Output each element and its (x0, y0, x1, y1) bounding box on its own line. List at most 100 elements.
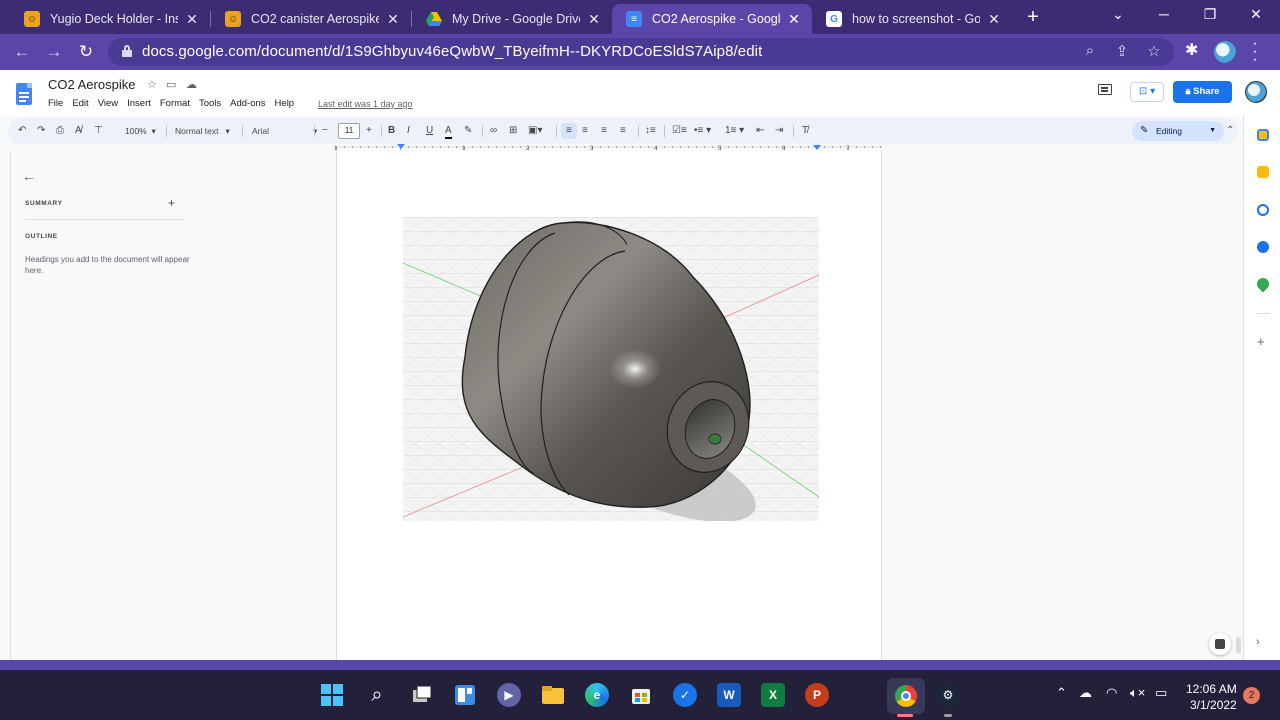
close-icon[interactable]: ✕ (184, 11, 200, 28)
contacts-icon[interactable] (1257, 241, 1269, 253)
star-icon[interactable]: ☆ (147, 78, 157, 91)
decrease-indent-icon[interactable]: ⇤ (756, 123, 764, 139)
scrollbar[interactable] (1236, 637, 1241, 653)
bulleted-list-icon[interactable]: •≡ ▾ (694, 123, 711, 139)
forward-icon[interactable]: → (42, 40, 66, 64)
cloud-saved-icon[interactable]: ☁ (186, 78, 197, 91)
hide-menus-chevron-icon[interactable]: ⌃ (1226, 123, 1234, 139)
menu-insert[interactable]: Insert (127, 98, 151, 109)
menu-format[interactable]: Format (160, 98, 190, 109)
microsoft-store-icon[interactable] (629, 683, 653, 707)
tab-my-drive[interactable]: My Drive - Google Drive ✕ (412, 4, 612, 34)
checklist-icon[interactable]: ☑≡ (672, 123, 687, 139)
widgets-icon[interactable] (453, 683, 477, 707)
restore-icon[interactable]: ❐ (1200, 6, 1220, 23)
aerospike-cad-render-image[interactable] (403, 217, 819, 521)
lock-icon[interactable] (122, 45, 132, 57)
increase-indent-icon[interactable]: ⇥ (775, 123, 783, 139)
decrease-font-size-icon[interactable]: − (322, 123, 328, 139)
expand-side-panel-chevron-icon[interactable]: › (1256, 636, 1260, 648)
keep-icon[interactable] (1257, 166, 1269, 178)
paragraph-style-select[interactable]: Normal text ▾ (175, 124, 230, 138)
menu-help[interactable]: Help (275, 98, 295, 109)
steam-icon[interactable]: ⚙ (936, 683, 960, 707)
add-comment-icon[interactable]: ⊞ (509, 123, 517, 139)
menu-file[interactable]: File (48, 98, 63, 109)
insert-link-icon[interactable]: ∞ (490, 123, 497, 139)
bookmark-star-icon[interactable]: ☆ (1144, 42, 1164, 60)
google-docs-logo-icon[interactable] (16, 83, 32, 105)
underline-icon[interactable]: U (426, 123, 433, 139)
search-icon[interactable]: ⌕ (365, 683, 389, 707)
last-edit-link[interactable]: Last edit was 1 day ago (318, 99, 413, 109)
italic-icon[interactable]: I (407, 123, 410, 139)
reload-icon[interactable]: ↻ (74, 40, 98, 64)
share-button[interactable]: 🔒︎ Share (1173, 81, 1232, 103)
speaker-muted-icon[interactable]: 🔈︎× (1130, 685, 1145, 701)
increase-font-size-icon[interactable]: + (366, 123, 372, 139)
onedrive-cloud-icon[interactable]: ☁ (1079, 685, 1092, 701)
edge-browser-icon[interactable]: e (585, 683, 609, 707)
highlight-color-icon[interactable]: ✎ (464, 123, 472, 139)
comment-history-icon[interactable] (1098, 84, 1112, 95)
align-right-icon[interactable]: ≡ (601, 123, 607, 139)
profile-avatar[interactable] (1214, 41, 1236, 63)
start-windows-icon[interactable] (320, 683, 344, 707)
tab-search-icon[interactable]: ⌄ (1108, 6, 1128, 23)
file-explorer-icon[interactable] (541, 683, 565, 707)
chrome-taskbar-button[interactable] (887, 678, 925, 714)
word-icon[interactable]: W (717, 683, 741, 707)
menu-add-ons[interactable]: Add-ons (230, 98, 265, 109)
add-summary-icon[interactable]: + (168, 196, 175, 210)
redo-icon[interactable]: ↷ (37, 123, 45, 139)
text-color-icon[interactable]: A (445, 123, 452, 139)
present-button[interactable]: ⊡ ▾ (1130, 82, 1164, 102)
excel-icon[interactable]: X (761, 683, 785, 707)
close-icon[interactable]: ✕ (986, 11, 1002, 28)
tab-how-to-screenshot[interactable]: G how to screenshot - Goog ✕ (812, 4, 1012, 34)
get-add-ons-plus-icon[interactable]: + (1257, 334, 1265, 349)
zoom-select[interactable]: 100% ▾ (125, 124, 156, 138)
back-icon[interactable]: ← (10, 40, 34, 64)
battery-icon[interactable]: ▭ (1155, 685, 1167, 701)
line-spacing-icon[interactable]: ↕≡ (645, 123, 656, 139)
tab-co2-canister-aerospike[interactable]: ☺ CO2 canister Aerospike ro ✕ (211, 4, 411, 34)
teams-chat-icon[interactable]: ▶ (497, 683, 521, 707)
horizontal-ruler[interactable]: 1 1 2 3 4 5 6 7 (334, 143, 882, 152)
address-bar[interactable]: docs.google.com/document/d/1S9Ghbyuv46eQ… (108, 38, 1174, 66)
move-folder-icon[interactable]: ▭ (166, 78, 176, 91)
powerpoint-icon[interactable]: P (805, 683, 829, 707)
extensions-puzzle-icon[interactable]: ✱ (1185, 40, 1198, 60)
close-icon[interactable]: ✕ (385, 11, 401, 28)
close-outline-arrow-icon[interactable]: ← (22, 168, 36, 184)
zoom-icon[interactable]: ⌕ (1080, 42, 1100, 59)
clear-formatting-icon[interactable]: T̸ (802, 123, 808, 139)
close-window-icon[interactable]: ✕ (1246, 6, 1266, 23)
align-left-icon[interactable]: ≡ (561, 123, 577, 139)
document-title[interactable]: CO2 Aerospike (48, 77, 135, 92)
print-icon[interactable]: ⎙ (56, 123, 64, 139)
clock-date[interactable]: 3/1/2022 (1190, 698, 1237, 712)
font-size-input[interactable]: 11 (338, 123, 360, 139)
spellcheck-icon[interactable]: A̸ (75, 123, 82, 139)
justify-icon[interactable]: ≡ (620, 123, 626, 139)
browser-menu-icon[interactable]: · · · (1250, 36, 1260, 68)
tab-yugio-deck-holder[interactable]: ☺ Yugio Deck Holder - Instr ✕ (10, 4, 210, 34)
new-tab-button[interactable]: + (1022, 6, 1044, 28)
bold-icon[interactable]: B (388, 123, 395, 139)
font-select[interactable]: Arial ▾ (252, 124, 317, 138)
menu-edit[interactable]: Edit (72, 98, 88, 109)
show-hidden-icons-chevron-icon[interactable]: ⌃ (1056, 685, 1067, 701)
insert-image-icon[interactable]: ▣▾ (528, 123, 542, 139)
task-view-icon[interactable] (410, 683, 434, 707)
calendar-icon[interactable] (1257, 129, 1269, 141)
close-icon[interactable]: ✕ (586, 11, 602, 28)
clock-time[interactable]: 12:06 AM (1186, 682, 1237, 696)
numbered-list-icon[interactable]: 1≡ ▾ (725, 123, 744, 139)
control-panel-icon[interactable]: ✓ (673, 683, 697, 707)
tab-co2-aerospike-docs[interactable]: ≡ CO2 Aerospike - Google D ✕ (612, 4, 812, 34)
align-center-icon[interactable]: ≡ (582, 123, 588, 139)
explore-icon[interactable] (1209, 633, 1231, 655)
minimize-icon[interactable]: ─ (1154, 6, 1174, 22)
maps-icon[interactable] (1254, 275, 1272, 293)
